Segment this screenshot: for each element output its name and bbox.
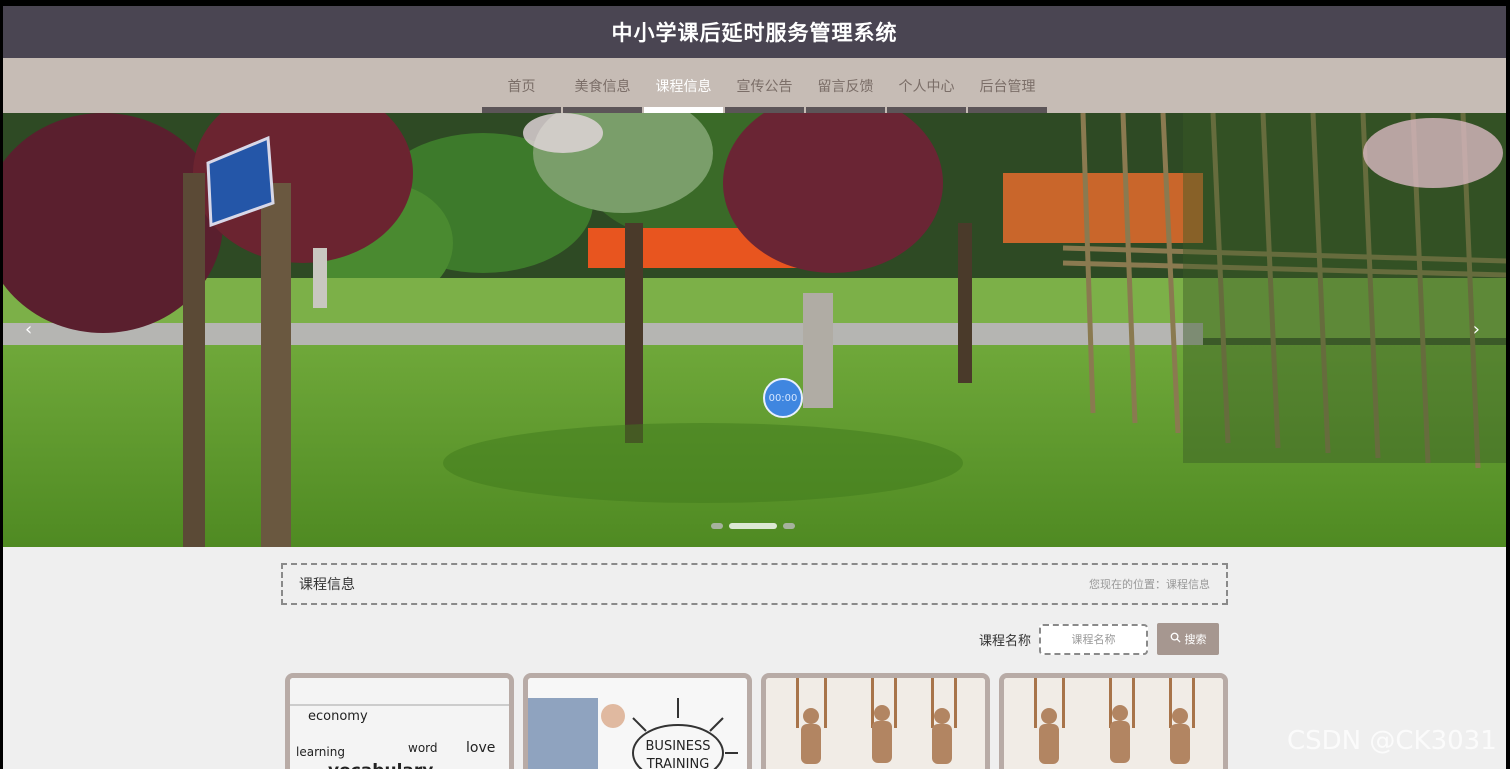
course-card[interactable] (999, 673, 1228, 769)
course-image: BUSINESS TRAINING (528, 678, 747, 769)
course-image (1004, 678, 1223, 769)
course-image (766, 678, 985, 769)
top-header: 中小学课后延时服务管理系统 (3, 6, 1506, 58)
svg-text:learning: learning (296, 745, 345, 759)
svg-text:BUSINESS: BUSINESS (646, 739, 711, 754)
banner-carousel[interactable]: ‹ › 00:00 (3, 113, 1506, 547)
banner-image (3, 113, 1506, 547)
app-frame: 中小学课后延时服务管理系统 首页 美食信息 课程信息 宣传公告 留言反馈 个人中… (3, 6, 1506, 769)
carousel-dot-3[interactable] (783, 523, 795, 529)
nav-item-feedback[interactable]: 留言反馈 (805, 58, 886, 113)
svg-text:love: love (466, 740, 495, 756)
carousel-dots (711, 523, 795, 529)
course-card-list: economy learning love word vocabulary (285, 673, 1228, 769)
svg-text:vocabulary: vocabulary (328, 761, 433, 769)
search-label: 课程名称 (979, 633, 1032, 649)
nav-item-profile[interactable]: 个人中心 (886, 58, 967, 113)
svg-text:economy: economy (308, 709, 368, 724)
breadcrumb-path: 您现在的位置：课程信息 (1089, 578, 1210, 591)
course-image: economy learning love word vocabulary (290, 678, 509, 769)
site-title: 中小学课后延时服务管理系统 (611, 21, 898, 45)
main-nav: 首页 美食信息 课程信息 宣传公告 留言反馈 个人中心 后台管理 (3, 58, 1506, 113)
search-button-label: 搜索 (1184, 633, 1207, 646)
course-card[interactable] (761, 673, 990, 769)
search-button[interactable]: 搜索 (1157, 623, 1220, 655)
nav-item-home[interactable]: 首页 (481, 58, 562, 113)
watermark: CSDN @CK3031 (1287, 726, 1497, 756)
search-bar: 课程名称 搜索 (979, 623, 1220, 655)
nav-item-courses[interactable]: 课程信息 (643, 58, 724, 113)
carousel-prev-icon[interactable]: ‹ (25, 319, 32, 340)
page-title: 课程信息 (299, 577, 355, 593)
course-card[interactable]: economy learning love word vocabulary (285, 673, 514, 769)
svg-text:TRAINING: TRAINING (646, 757, 710, 769)
breadcrumb: 课程信息 您现在的位置：课程信息 (281, 563, 1228, 605)
course-card[interactable]: BUSINESS TRAINING (523, 673, 752, 769)
nav-item-admin[interactable]: 后台管理 (967, 58, 1048, 113)
main-content: 课程信息 您现在的位置：课程信息 课程名称 搜索 economy learnin… (3, 547, 1506, 769)
course-name-input[interactable] (1039, 623, 1149, 655)
carousel-dot-1[interactable] (711, 523, 723, 529)
nav-item-announcements[interactable]: 宣传公告 (724, 58, 805, 113)
svg-text:word: word (408, 741, 438, 755)
search-icon (1170, 632, 1181, 646)
nav-item-food[interactable]: 美食信息 (562, 58, 643, 113)
video-timer-button[interactable]: 00:00 (763, 378, 803, 418)
carousel-dot-2[interactable] (729, 523, 777, 529)
carousel-next-icon[interactable]: › (1473, 319, 1480, 340)
